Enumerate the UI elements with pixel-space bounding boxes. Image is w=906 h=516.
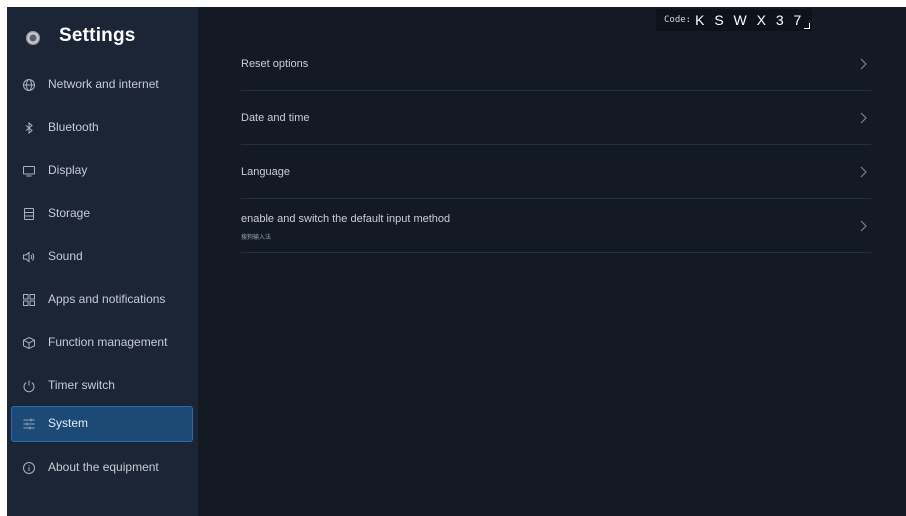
sidebar-item-storage[interactable]: Storage — [11, 196, 193, 232]
sidebar-item-network[interactable]: Network and internet — [11, 67, 193, 103]
sidebar-item-timer-switch[interactable]: Timer switch — [11, 368, 193, 404]
code-value: K S W X 3 7 — [695, 12, 805, 28]
chevron-right-icon — [859, 220, 867, 232]
list-item-subtitle: 搜狗输入法 — [241, 235, 272, 241]
list-item-input-method[interactable]: enable and switch the default input meth… — [241, 199, 871, 253]
sidebar-item-label: Apps and notifications — [48, 292, 166, 306]
sidebar-item-sound[interactable]: Sound — [11, 239, 193, 275]
sliders-icon — [22, 417, 36, 431]
list-item-language[interactable]: Language — [241, 145, 871, 199]
code-label: Code: — [664, 15, 692, 25]
settings-window: Settings Network and internet Bluetooth — [7, 7, 906, 516]
list-item-label: Date and time — [241, 112, 310, 124]
info-icon — [22, 461, 36, 475]
bluetooth-icon — [22, 121, 36, 135]
sidebar-item-label: Display — [48, 163, 88, 177]
cube-icon — [22, 336, 36, 350]
list-item-date-and-time[interactable]: Date and time — [241, 91, 871, 145]
globe-icon — [22, 78, 36, 92]
monitor-icon — [22, 164, 36, 178]
sidebar-item-label: Timer switch — [48, 378, 115, 392]
storage-icon — [22, 207, 36, 221]
sidebar-item-label: Sound — [48, 249, 83, 263]
sidebar: Settings Network and internet Bluetooth — [7, 7, 198, 516]
sidebar-header: Settings — [7, 7, 198, 67]
sidebar-item-label: About the equipment — [48, 460, 159, 474]
sidebar-item-display[interactable]: Display — [11, 153, 193, 189]
sidebar-item-system[interactable]: System — [11, 406, 193, 442]
sidebar-item-apps[interactable]: Apps and notifications — [11, 282, 193, 318]
sidebar-item-label: Bluetooth — [48, 120, 99, 134]
sidebar-item-label: Function management — [48, 335, 168, 349]
sidebar-item-about[interactable]: About the equipment — [11, 450, 193, 486]
chevron-right-icon — [859, 112, 867, 124]
power-icon — [22, 379, 36, 393]
list-item-reset-options[interactable]: Reset options — [241, 37, 871, 91]
sidebar-item-function-management[interactable]: Function management — [11, 325, 193, 361]
settings-app-icon — [26, 31, 40, 45]
chevron-right-icon — [859, 166, 867, 178]
code-corner-mark — [804, 23, 811, 29]
sidebar-item-label: Storage — [48, 206, 91, 220]
list-item-label: enable and switch the default input meth… — [241, 213, 451, 225]
sidebar-item-bluetooth[interactable]: Bluetooth — [11, 110, 193, 146]
apps-grid-icon — [22, 293, 36, 307]
sidebar-item-label: Network and internet — [48, 77, 159, 91]
speaker-icon — [22, 250, 36, 264]
list-item-label: Reset options — [241, 58, 309, 70]
chevron-right-icon — [859, 58, 867, 70]
sidebar-item-label: System — [48, 416, 89, 430]
page-title: Settings — [59, 25, 136, 46]
list-item-label: Language — [241, 166, 290, 178]
code-badge: Code: K S W X 3 7 — [656, 9, 813, 31]
